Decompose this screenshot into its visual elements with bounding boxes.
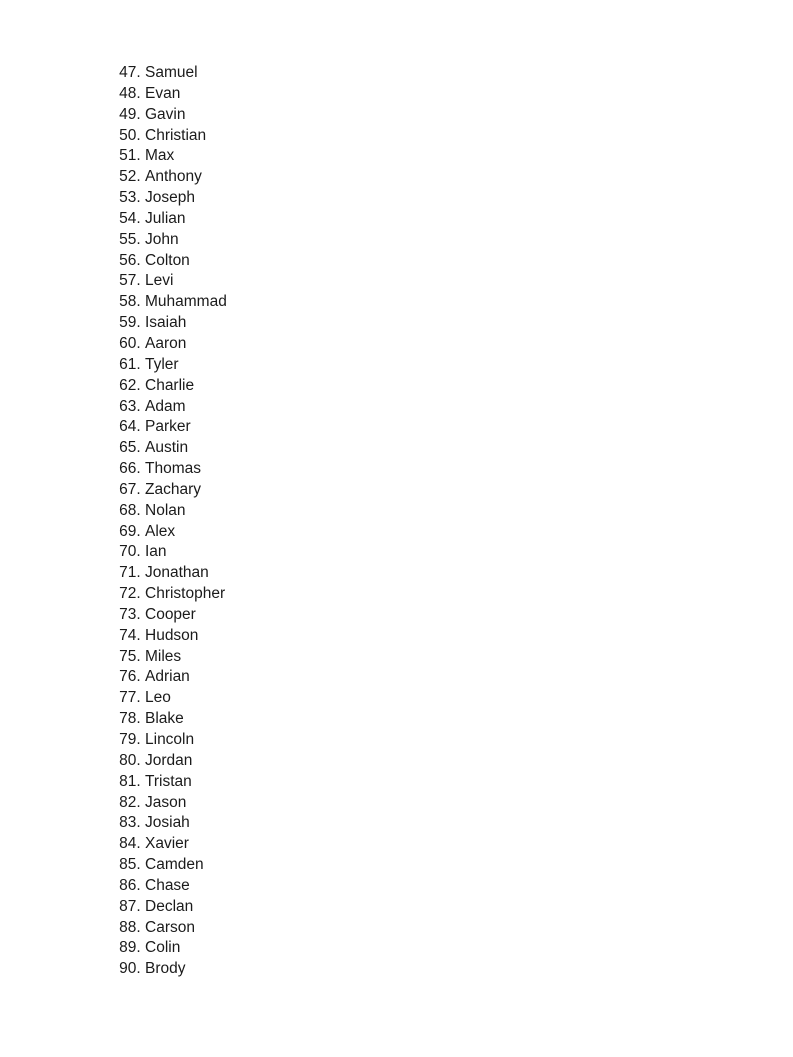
list-item-name: John — [145, 230, 179, 248]
list-item: Levi — [145, 271, 793, 292]
list-item-name: Camden — [145, 856, 204, 874]
list-item: Tristan — [145, 772, 793, 793]
list-item-name: Colin — [145, 939, 181, 957]
list-item-name: Isaiah — [145, 314, 187, 332]
list-item: Colton — [145, 251, 793, 272]
list-item-name: Adrian — [145, 668, 190, 686]
list-item: Christopher — [145, 584, 793, 605]
list-item-name: Declan — [145, 897, 194, 915]
list-item-name: Jordan — [145, 751, 193, 769]
list-item-name: Jonathan — [145, 564, 209, 582]
list-item-name: Christian — [145, 126, 207, 144]
list-item: Julian — [145, 209, 793, 230]
list-item: Declan — [145, 897, 793, 918]
list-item-name: Miles — [145, 647, 182, 665]
list-item-name: Thomas — [145, 460, 201, 478]
list-item-name: Samuel — [145, 64, 198, 81]
list-item-name: Hudson — [145, 626, 199, 644]
list-item-name: Anthony — [145, 168, 202, 186]
list-item: Parker — [145, 417, 793, 438]
list-item-name: Chase — [145, 876, 190, 894]
list-item: Jason — [145, 793, 793, 814]
list-item-name: Tyler — [145, 355, 179, 373]
list-item: Isaiah — [145, 313, 793, 334]
list-item: Carson — [145, 918, 793, 939]
list-item-name: Cooper — [145, 605, 196, 623]
list-item-name: Aaron — [145, 334, 187, 352]
list-item: Anthony — [145, 167, 793, 188]
list-item: Aaron — [145, 334, 793, 355]
list-item: Ian — [145, 542, 793, 563]
list-item-name: Adam — [145, 397, 186, 415]
list-item-name: Brody — [145, 960, 186, 978]
list-item-name: Muhammad — [145, 293, 227, 311]
list-item-name: Max — [145, 147, 175, 165]
list-item: Joseph — [145, 188, 793, 209]
list-item: Evan — [145, 84, 793, 105]
list-item-name: Blake — [145, 710, 184, 728]
list-item-name: Gavin — [145, 105, 186, 123]
list-item: Jonathan — [145, 563, 793, 584]
list-item-name: Jason — [145, 793, 187, 811]
list-item: Nolan — [145, 501, 793, 522]
list-item-name: Xavier — [145, 835, 189, 853]
list-item: Hudson — [145, 626, 793, 647]
list-item: Alex — [145, 522, 793, 543]
list-item-name: Ian — [145, 543, 167, 561]
list-item: John — [145, 230, 793, 251]
list-item: Austin — [145, 438, 793, 459]
list-item-name: Charlie — [145, 376, 195, 394]
list-item: Charlie — [145, 376, 793, 397]
list-item-name: Parker — [145, 418, 191, 436]
list-item: Brody — [145, 959, 793, 980]
list-item: Jordan — [145, 751, 793, 772]
list-item: Chase — [145, 876, 793, 897]
list-item-name: Nolan — [145, 501, 186, 519]
list-item-name: Tristan — [145, 772, 192, 790]
list-item-name: Julian — [145, 209, 186, 227]
list-item-name: Evan — [145, 84, 181, 102]
list-item: Adam — [145, 397, 793, 418]
list-item-name: Leo — [145, 689, 171, 707]
list-item-name: Carson — [145, 918, 195, 936]
list-item: Christian — [145, 126, 793, 147]
list-item: Miles — [145, 647, 793, 668]
list-item-name: Alex — [145, 522, 176, 540]
list-item: Josiah — [145, 813, 793, 834]
list-item: Muhammad — [145, 292, 793, 313]
name-list: Samuel Evan Gavin Christian Max Anthony Joseph… — [0, 0, 793, 980]
list-item-name: Josiah — [145, 814, 190, 832]
list-item-name: Colton — [145, 251, 190, 269]
list-item: Samuel — [145, 63, 793, 84]
list-item-name: Levi — [145, 272, 174, 290]
document-page: Samuel Evan Gavin Christian Max Anthony Joseph… — [0, 0, 793, 1057]
list-item: Tyler — [145, 355, 793, 376]
list-item: Gavin — [145, 105, 793, 126]
list-item: Colin — [145, 938, 793, 959]
page-content: Samuel Evan Gavin Christian Max Anthony Joseph… — [0, 0, 793, 980]
list-item: Zachary — [145, 480, 793, 501]
list-item: Adrian — [145, 667, 793, 688]
list-item: Xavier — [145, 834, 793, 855]
list-item: Max — [145, 146, 793, 167]
list-item-name: Lincoln — [145, 731, 195, 748]
list-item-name: Joseph — [145, 189, 195, 207]
list-item: Blake — [145, 709, 793, 730]
list-item: Camden — [145, 855, 793, 876]
list-item: Leo — [145, 688, 793, 709]
list-item-name: Austin — [145, 439, 189, 457]
list-item-name: Christopher — [145, 585, 226, 603]
list-item: Lincoln — [145, 730, 793, 751]
list-item-name: Zachary — [145, 480, 201, 498]
list-item: Cooper — [145, 605, 793, 626]
list-item: Thomas — [145, 459, 793, 480]
